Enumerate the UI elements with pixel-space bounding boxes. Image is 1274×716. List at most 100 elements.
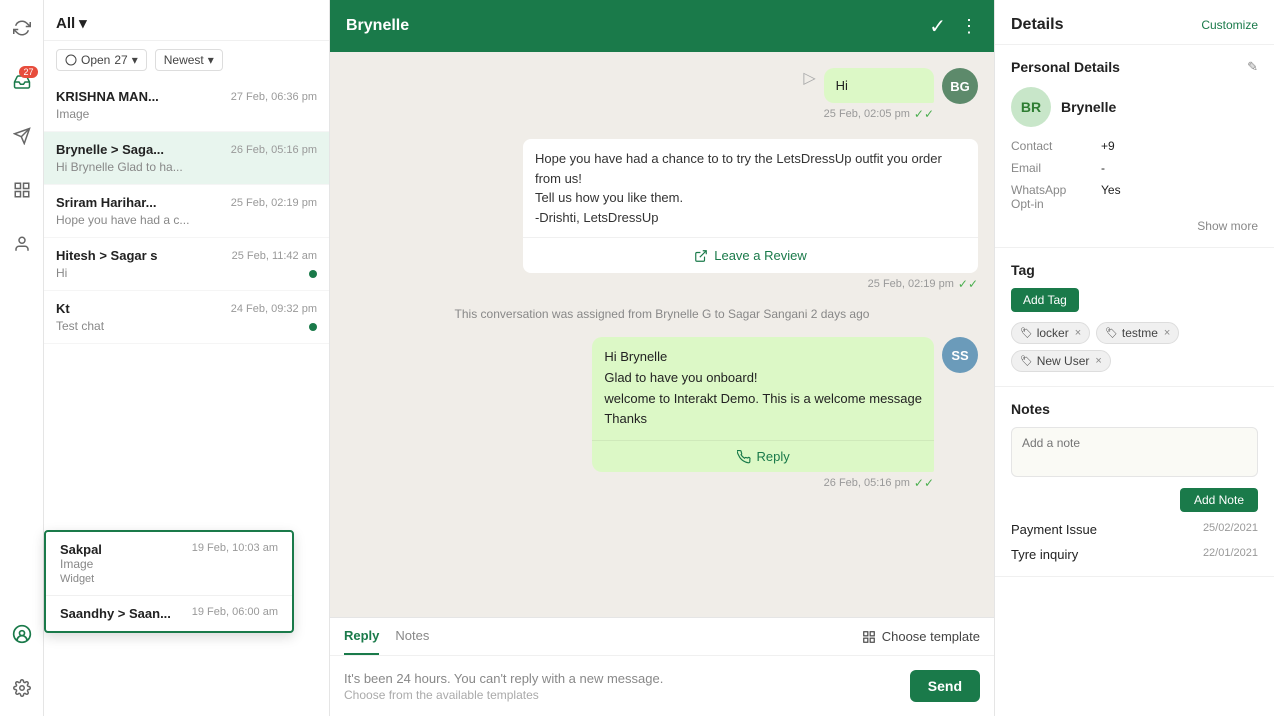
inbox-icon[interactable]: 27 bbox=[4, 64, 40, 100]
contact-label: Contact bbox=[1011, 139, 1091, 153]
personal-details-section: Personal Details ✎ BR Brynelle Contact +… bbox=[995, 45, 1274, 248]
input-placeholder-area: It's been 24 hours. You can't reply with… bbox=[344, 671, 900, 702]
send-icon[interactable] bbox=[4, 118, 40, 154]
open-filter[interactable]: Open 27 ▾ bbox=[56, 49, 147, 71]
message-row: ▷ Hi 25 Feb, 02:05 pm ✓✓ BG bbox=[346, 68, 978, 121]
chat-item-preview: Test chat bbox=[56, 319, 256, 333]
chat-item-name: Hitesh > Sagar s bbox=[56, 248, 158, 263]
whatsapp-label: WhatsApp Opt-in bbox=[1011, 183, 1091, 211]
grid-icon[interactable] bbox=[4, 172, 40, 208]
tags-row: 🏷 locker × 🏷 testme × 🏷 New User × bbox=[1011, 322, 1258, 372]
avatar: BG bbox=[942, 68, 978, 104]
chat-item-time: 25 Feb, 11:42 am bbox=[232, 250, 317, 262]
chat-messages: ▷ Hi 25 Feb, 02:05 pm ✓✓ BG Hope you hav… bbox=[330, 52, 994, 617]
message-row: Hi BrynelleGlad to have you onboard!welc… bbox=[346, 337, 978, 490]
add-tag-button[interactable]: Add Tag bbox=[1011, 288, 1079, 312]
chat-item-preview: Image bbox=[56, 107, 256, 121]
message-card: Hi BrynelleGlad to have you onboard!welc… bbox=[592, 337, 934, 490]
popup-item-sub: Image bbox=[60, 557, 278, 571]
message-time: 25 Feb, 02:05 pm bbox=[824, 108, 910, 120]
settings-icon[interactable] bbox=[4, 670, 40, 706]
leave-review-text: Leave a Review bbox=[714, 248, 807, 263]
add-note-button[interactable]: Add Note bbox=[1180, 488, 1258, 512]
send-button[interactable]: Send bbox=[910, 670, 980, 702]
chat-header-actions: ✓ ⋮ bbox=[929, 14, 978, 39]
email-value: - bbox=[1101, 161, 1105, 175]
tag-chip-locker: 🏷 locker × bbox=[1011, 322, 1090, 344]
tag-chip-testme: 🏷 testme × bbox=[1096, 322, 1179, 344]
newest-filter[interactable]: Newest ▾ bbox=[155, 49, 223, 71]
tag-remove-new-user[interactable]: × bbox=[1095, 355, 1101, 367]
notes-input[interactable] bbox=[1011, 427, 1258, 477]
sidebar-icons: 27 bbox=[0, 0, 44, 716]
review-card: Hope you have had a chance to to try the… bbox=[523, 139, 978, 273]
note-date: 25/02/2021 bbox=[1203, 522, 1258, 537]
chat-item[interactable]: Sriram Harihar... 25 Feb, 02:19 pm Hope … bbox=[44, 185, 329, 238]
tab-reply[interactable]: Reply bbox=[344, 618, 379, 655]
chat-item[interactable]: Brynelle > Saga... 26 Feb, 05:16 pm Hi B… bbox=[44, 132, 329, 185]
chat-item-name: KRISHNA MAN... bbox=[56, 89, 159, 104]
reply-text: Reply bbox=[757, 449, 790, 464]
message-text: Hi bbox=[824, 68, 934, 103]
message-time: 25 Feb, 02:19 pm bbox=[868, 278, 954, 290]
reply-card: Hi BrynelleGlad to have you onboard!welc… bbox=[592, 337, 934, 472]
message-time: 26 Feb, 05:16 pm bbox=[824, 477, 910, 489]
tag-icon: 🏷 bbox=[1105, 328, 1118, 339]
chat-item[interactable]: KRISHNA MAN... 27 Feb, 06:36 pm Image bbox=[44, 79, 329, 132]
notes-section: Notes Add Note Payment Issue 25/02/2021 … bbox=[995, 387, 1274, 577]
whatsapp-optin-row: WhatsApp Opt-in Yes bbox=[1011, 183, 1258, 211]
unread-dot bbox=[309, 323, 317, 331]
inbox-badge: 27 bbox=[19, 66, 37, 78]
input-main-placeholder: It's been 24 hours. You can't reply with… bbox=[344, 671, 900, 686]
tick-icon: ✓✓ bbox=[914, 476, 934, 490]
tick-icon: ✓✓ bbox=[958, 277, 978, 291]
complete-icon[interactable]: ✓ bbox=[929, 14, 946, 39]
user-circle-icon[interactable] bbox=[4, 616, 40, 652]
chat-item[interactable]: Kt 24 Feb, 09:32 pm Test chat bbox=[44, 291, 329, 344]
all-dropdown[interactable]: All ▾ bbox=[56, 14, 87, 32]
popup-item-name: Saandhy > Saan... bbox=[60, 606, 171, 621]
details-header: Details Customize bbox=[995, 0, 1274, 45]
message-card: Hope you have had a chance to to try the… bbox=[523, 133, 978, 291]
message-row: Hope you have had a chance to to try the… bbox=[346, 133, 978, 291]
refresh-icon[interactable] bbox=[4, 10, 40, 46]
avatar: SS bbox=[942, 337, 978, 373]
forward-button[interactable]: ▷ bbox=[803, 68, 815, 88]
more-options-icon[interactable]: ⋮ bbox=[960, 16, 978, 37]
contacts-icon[interactable] bbox=[4, 226, 40, 262]
tag-remove-locker[interactable]: × bbox=[1075, 327, 1081, 339]
popup-item[interactable]: Saandhy > Saan... 19 Feb, 06:00 am bbox=[46, 596, 292, 631]
open-count: 27 bbox=[114, 53, 127, 67]
review-card-body: Hope you have had a chance to to try the… bbox=[523, 139, 978, 237]
chevron-down-icon: ▾ bbox=[132, 53, 138, 67]
customize-button[interactable]: Customize bbox=[1201, 18, 1258, 32]
chat-item-time: 25 Feb, 02:19 pm bbox=[231, 197, 317, 209]
note-title: Tyre inquiry bbox=[1011, 547, 1078, 562]
tag-section: Tag Add Tag 🏷 locker × 🏷 testme × 🏷 New … bbox=[995, 248, 1274, 387]
notes-title: Notes bbox=[1011, 401, 1258, 417]
show-more-link[interactable]: Show more bbox=[1011, 219, 1258, 233]
tick-icon: ✓✓ bbox=[914, 107, 934, 121]
chat-input-tabs: Reply Notes Choose template bbox=[330, 618, 994, 656]
personal-details-title: Personal Details bbox=[1011, 59, 1120, 75]
system-message: This conversation was assigned from Bryn… bbox=[346, 303, 978, 325]
tag-chip-new-user: 🏷 New User × bbox=[1011, 350, 1111, 372]
open-label: Open bbox=[81, 53, 110, 67]
tag-remove-testme[interactable]: × bbox=[1164, 327, 1170, 339]
chat-item-time: 24 Feb, 09:32 pm bbox=[231, 303, 317, 315]
email-label: Email bbox=[1011, 161, 1091, 175]
reply-action[interactable]: Reply bbox=[592, 440, 934, 472]
tab-notes[interactable]: Notes bbox=[395, 618, 429, 655]
popup-item[interactable]: Sakpal 19 Feb, 10:03 am Image Widget bbox=[46, 532, 292, 596]
message-meta: 25 Feb, 02:19 pm ✓✓ bbox=[523, 277, 978, 291]
chat-item[interactable]: Hitesh > Sagar s 25 Feb, 11:42 am Hi bbox=[44, 238, 329, 291]
input-sub-placeholder: Choose from the available templates bbox=[344, 688, 900, 702]
choose-template-button[interactable]: Choose template bbox=[862, 629, 980, 644]
chat-item-time: 26 Feb, 05:16 pm bbox=[231, 144, 317, 156]
chat-item-preview: Hope you have had a c... bbox=[56, 213, 256, 227]
tag-label: New User bbox=[1037, 354, 1090, 368]
message-meta: 26 Feb, 05:16 pm ✓✓ bbox=[592, 476, 934, 490]
contact-row: Contact +9 bbox=[1011, 139, 1258, 153]
edit-icon[interactable]: ✎ bbox=[1247, 59, 1258, 75]
leave-review-link[interactable]: Leave a Review bbox=[523, 237, 978, 273]
